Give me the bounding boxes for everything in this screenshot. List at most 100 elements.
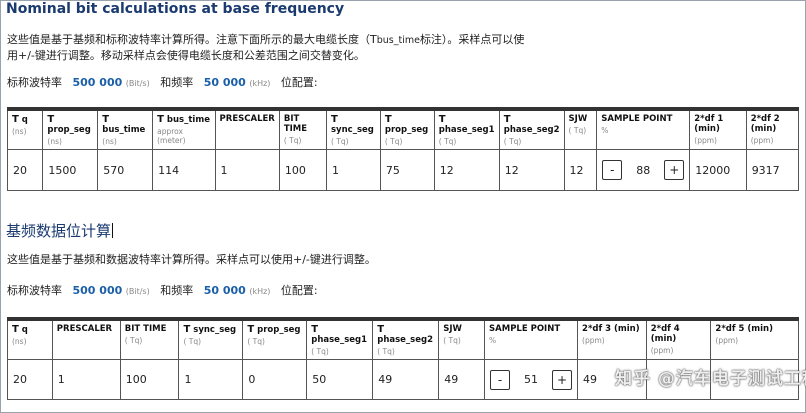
column-header-label: PRESCALER: [219, 114, 275, 124]
increment-button[interactable]: +: [552, 369, 573, 390]
sample-point-stepper: -51 +: [484, 359, 579, 400]
rate-suffix: 位配置:: [280, 76, 318, 89]
column-header: 2*df 3 (min) (ppm): [577, 317, 647, 360]
column-unit: (ppm): [582, 336, 605, 345]
column-header-label: 2*df 5 (min): [715, 324, 773, 334]
table-cell: 9317: [745, 149, 800, 191]
section2-description: 这些值是基于基频和数据波特率计算所得。采样点可以使用+/-键进行调整。: [7, 253, 376, 266]
table-cell: 1: [51, 359, 121, 400]
rate-unit: (Bit/s): [125, 287, 150, 296]
watermark: 知乎 @汽车电子测试工程师: [615, 369, 806, 389]
column-unit: approx (meter): [157, 127, 186, 145]
column-header-label: T prop_seg: [384, 114, 429, 135]
freq-unit: (kHz): [249, 79, 271, 88]
table-cell: 20: [6, 149, 44, 191]
section1-desc-sub: bus_time: [376, 35, 420, 46]
column-header: T prop_seg ( Tq): [242, 317, 308, 360]
column-unit: (ppm): [650, 346, 674, 355]
column-unit: (ppm): [750, 136, 774, 145]
sample-point-value: 88: [636, 163, 651, 177]
column-header: SJW ( Tq): [438, 317, 486, 360]
rate-value: 500 000: [72, 76, 123, 89]
sample-point-value: 51: [524, 373, 539, 386]
column-unit: ( Tq): [377, 347, 395, 356]
table-cell: 49: [438, 359, 486, 400]
column-header-label: 2*df 3 (min): [582, 324, 640, 334]
column-header-label: SJW: [568, 114, 588, 124]
section2-rate-line: 标称波特率 500 000 (Bit/s) 和频率 50 000 (kHz) 位…: [7, 282, 318, 298]
column-unit: (ns): [102, 137, 117, 146]
freq-value: 50 000: [203, 76, 246, 89]
decrement-button[interactable]: -: [602, 160, 623, 180]
column-header-label: T phase_seg1: [311, 324, 368, 345]
table-cell: 1500: [42, 149, 99, 191]
column-header-label: 2*df 1 (min): [694, 114, 724, 134]
rate-unit: (Bit/s): [125, 79, 150, 88]
column-header: SAMPLE POINT%: [484, 317, 579, 360]
table-cell: 114: [152, 149, 216, 191]
section1-table: T q (ns) T prop_seg (ns) T bus_time (ns) T bus…: [6, 107, 800, 191]
column-header: SAMPLE POINT%: [596, 107, 691, 150]
section1-desc-b: 标注）。采样点可以使: [419, 33, 525, 46]
column-header: T bus_time approx (meter): [152, 107, 216, 150]
table-cell: 0: [242, 359, 308, 400]
column-header: T sync_seg ( Tq): [326, 107, 381, 150]
table-cell: 49: [372, 359, 440, 400]
column-header: T phase_seg2 ( Tq): [372, 317, 440, 360]
column-header: BIT TIME ( Tq): [278, 107, 328, 150]
text-caret: [112, 223, 114, 238]
column-header: T phase_seg2 ( Tq): [498, 107, 565, 150]
table-cell: 1: [326, 149, 381, 191]
column-header: PRESCALER: [214, 107, 280, 150]
column-unit: (ns): [12, 337, 27, 346]
column-unit: ( Tq): [124, 336, 143, 345]
column-header: T phase_seg1 ( Tq): [433, 107, 500, 150]
table-cell: 12: [498, 149, 565, 191]
column-unit: ( Tq): [247, 337, 265, 346]
column-unit: (ppm): [694, 136, 717, 145]
column-header-label: T q: [12, 114, 28, 125]
column-header-label: 2*df 2 (min): [750, 114, 780, 134]
column-header-label: SJW: [443, 324, 462, 334]
section1-description: 这些值是基于基频和标称波特率计算所得。注意下面所示的最大电缆长度（Tbus_ti…: [7, 32, 547, 63]
freq-unit: (kHz): [249, 287, 271, 296]
column-header: 2*df 1 (min) (ppm): [689, 107, 747, 150]
column-unit: (ns): [12, 127, 27, 136]
column-header-label: T prop_seg: [47, 114, 91, 135]
column-unit: ( Tq): [384, 137, 403, 146]
column-header-label: T phase_seg2: [503, 114, 560, 135]
freq-label: 和频率: [160, 76, 194, 89]
column-header: T bus_time (ns): [97, 107, 154, 150]
column-unit: ( Tq): [568, 126, 587, 135]
table-cell: 1: [178, 359, 244, 400]
sample-point-stepper: -88 +: [596, 149, 691, 191]
section1-rate-line: 标称波特率 500 000 (Bit/s) 和频率 50 000 (kHz) 位…: [7, 74, 318, 90]
column-unit: %: [601, 126, 609, 135]
column-header: BIT TIME ( Tq): [119, 317, 180, 360]
column-header-label: PRESCALER: [56, 324, 113, 334]
column-header: 2*df 5 (min) (ppm): [710, 317, 799, 360]
table-header-row: T q (ns) T prop_seg (ns) T bus_time (ns) T bus…: [6, 107, 800, 150]
column-header-label: T q: [12, 324, 28, 335]
column-unit: ( Tq): [331, 137, 349, 146]
column-header: T q (ns): [6, 107, 44, 150]
column-header: T prop_seg (ns): [42, 107, 99, 150]
column-header: 2*df 2 (min) (ppm): [745, 107, 800, 150]
column-header-label: 2*df 4 (min): [650, 324, 680, 344]
column-header-label: T phase_seg1: [438, 114, 495, 135]
table-cell: 1: [214, 149, 280, 191]
column-unit: (ppm): [715, 336, 739, 345]
decrement-button[interactable]: -: [490, 369, 511, 390]
column-header-label: T phase_seg2: [377, 324, 434, 345]
increment-button[interactable]: +: [664, 160, 685, 180]
column-header-label: T bus_time: [102, 114, 146, 135]
table-header-row: T q (ns) PRESCALER BIT TIME ( Tq) T sync_seg (…: [7, 317, 799, 360]
rate-value: 500 000: [72, 284, 123, 297]
column-header-label: SAMPLE POINT: [601, 114, 673, 124]
table-row: 20 1500 570 114 1 100 1 75 12 12 12-88 +12000 9317: [6, 149, 800, 191]
column-unit: (ns): [47, 137, 62, 146]
column-header-label: T prop_seg: [247, 324, 301, 335]
table-cell: 12000: [689, 149, 747, 191]
column-header: PRESCALER: [51, 317, 121, 360]
table-cell: 570: [97, 149, 154, 191]
